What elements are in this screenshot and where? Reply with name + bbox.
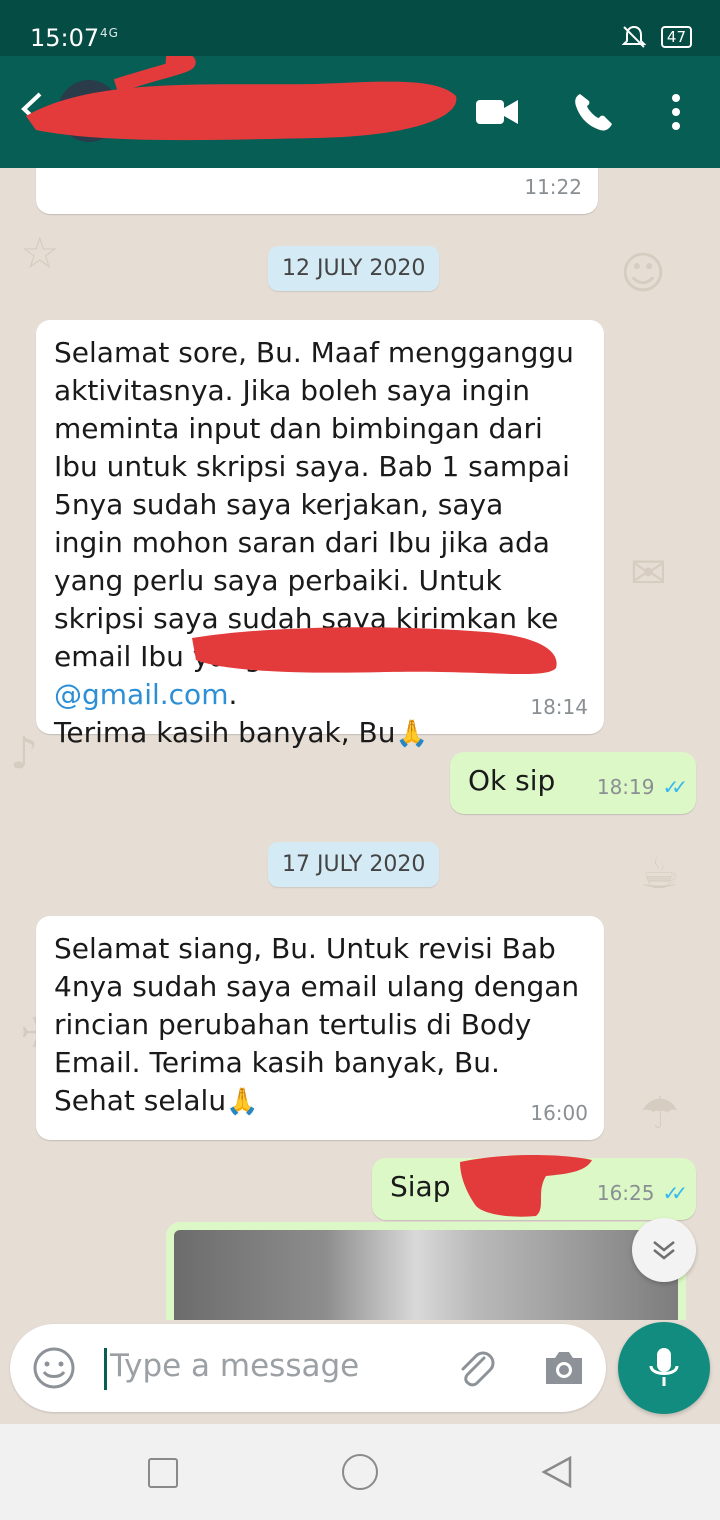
input-placeholder: Type a message <box>110 1348 360 1384</box>
nav-back-icon[interactable] <box>540 1454 574 1490</box>
message-time: 16:00 <box>530 1101 588 1125</box>
message-bubble-incoming[interactable]: Selamat siang, Bu. Untuk revisi Bab 4nya… <box>36 916 604 1140</box>
home-button[interactable] <box>342 1454 378 1490</box>
attachment-icon[interactable] <box>454 1346 498 1390</box>
chat-header <box>0 56 720 168</box>
system-nav-bar <box>0 1424 720 1520</box>
message-time: 16:25 <box>596 1181 655 1205</box>
email-redaction <box>192 627 557 675</box>
message-text: Selamat siang, Bu. Untuk revisi Bab 4nya… <box>54 930 580 1121</box>
message-input[interactable]: Type a message <box>10 1324 606 1412</box>
scroll-to-bottom-button[interactable] <box>632 1218 696 1282</box>
message-bubble-outgoing[interactable]: Siap 16:25 ✓✓ <box>372 1155 696 1220</box>
chat-area[interactable]: ☆ ☺ ✉ ♪ ☕ ✈ ☂ 11:22 12 JULY 2020 Selamat… <box>0 168 720 1320</box>
camera-icon[interactable] <box>542 1348 586 1388</box>
message-closing: Terima kasih banyak, Bu <box>54 716 396 749</box>
wallpaper-doodle: ☂ <box>640 1088 680 1139</box>
message-time: 18:14 <box>530 695 588 719</box>
message-text: Siap <box>390 1170 451 1203</box>
voice-call-icon[interactable] <box>570 90 614 134</box>
message-meta: 11:22 <box>524 168 582 206</box>
message-time: 11:22 <box>524 175 582 199</box>
pray-emoji-icon: 🙏 <box>226 1087 259 1117</box>
wallpaper-doodle: ☺ <box>620 248 666 299</box>
read-ticks-icon: ✓✓ <box>662 1181 687 1205</box>
wallpaper-doodle: ☕ <box>640 848 680 899</box>
emoji-icon[interactable] <box>32 1346 76 1390</box>
date-divider: 17 JULY 2020 <box>268 842 440 887</box>
image-thumbnail[interactable] <box>174 1230 678 1322</box>
wallpaper-doodle: ✉ <box>630 548 667 599</box>
more-options-icon[interactable] <box>664 90 688 134</box>
date-divider: 12 JULY 2020 <box>268 246 440 291</box>
message-text: Selamat sore, Bu. Maaf mengganggu aktivi… <box>54 334 580 753</box>
message-meta: 18:19 ✓✓ <box>596 768 688 806</box>
name-redaction <box>460 1155 592 1217</box>
message-time: 18:19 <box>596 775 655 799</box>
pray-emoji-icon: 🙏 <box>395 719 428 749</box>
message-bubble-incoming[interactable]: 11:22 <box>36 168 598 214</box>
status-right: 47 <box>621 24 692 50</box>
message-bubble-outgoing[interactable]: Ok sip 18:19 ✓✓ <box>450 752 696 814</box>
image-message[interactable] <box>166 1222 686 1322</box>
text-cursor <box>104 1348 107 1390</box>
double-chevron-down-icon <box>653 1241 675 1260</box>
wallpaper-doodle: ♪ <box>10 728 39 779</box>
message-text: Ok sip <box>468 764 556 797</box>
status-time: 15:07 <box>30 24 100 52</box>
voice-message-button[interactable] <box>618 1322 710 1414</box>
message-meta: 16:25 ✓✓ <box>596 1174 688 1212</box>
wallpaper-doodle: ☆ <box>20 228 60 279</box>
contact-name-redaction[interactable] <box>16 56 466 156</box>
message-body: Selamat siang, Bu. Untuk revisi Bab 4nya… <box>54 932 580 1117</box>
message-bubble-incoming[interactable]: Selamat sore, Bu. Maaf mengganggu aktivi… <box>36 320 604 749</box>
message-input-bar: Type a message <box>0 1320 720 1424</box>
mute-bell-icon <box>621 25 647 48</box>
recent-apps-button[interactable] <box>148 1458 178 1488</box>
mic-icon <box>649 1348 679 1386</box>
battery-indicator: 47 <box>660 26 692 48</box>
message-meta: 16:00 <box>530 1094 588 1132</box>
video-call-icon[interactable] <box>474 90 520 134</box>
read-ticks-icon: ✓✓ <box>662 775 687 799</box>
network-indicator: 4G <box>100 26 119 40</box>
message-meta: 18:14 <box>530 688 588 726</box>
